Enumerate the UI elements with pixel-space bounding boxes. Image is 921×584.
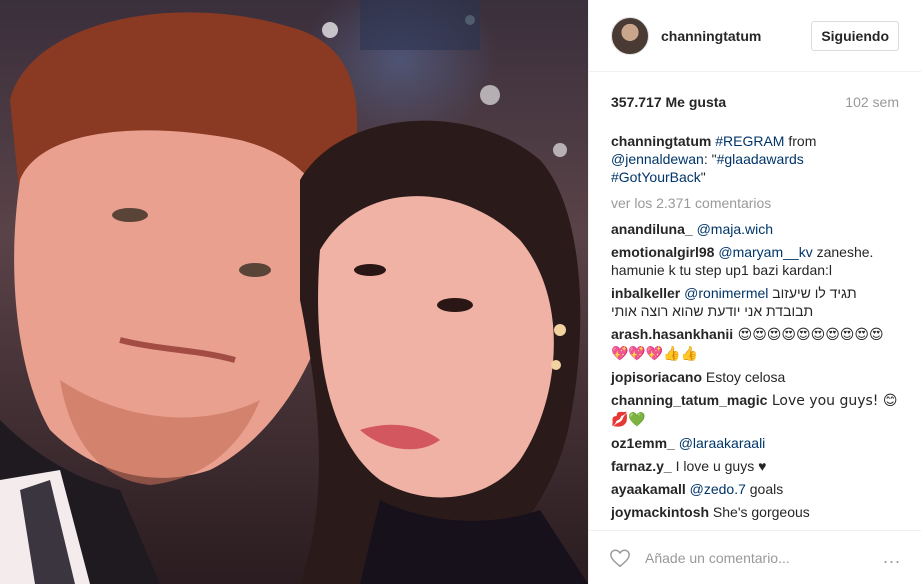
post-age[interactable]: 102 sem <box>845 94 899 110</box>
photo-illustration <box>0 0 588 584</box>
comment-text: Estoy celosa <box>702 369 786 385</box>
author-username[interactable]: channingtatum <box>661 28 811 44</box>
comment-text: goals <box>745 481 784 497</box>
comment-username[interactable]: joymackintosh <box>611 504 709 520</box>
caption-hashtag[interactable]: #glaadawards <box>717 151 804 167</box>
caption-text: from <box>784 133 817 149</box>
likes-count[interactable]: 357.717 Me gusta <box>611 94 726 110</box>
post-viewer: channingtatum Siguiendo 357.717 Me gusta… <box>0 0 921 584</box>
comment-item: ayaakamall @zedo.7 goals <box>611 480 899 498</box>
comment-username[interactable]: emotionalgirl98 <box>611 244 714 260</box>
comment-username[interactable]: jopisoriacano <box>611 369 702 385</box>
post-header: channingtatum Siguiendo <box>589 0 921 72</box>
comment-item: anandiluna_ @maja.wich <box>611 220 899 238</box>
caption-hashtag[interactable]: #GotYourBack <box>611 169 701 185</box>
avatar[interactable] <box>611 16 649 55</box>
ellipsis-icon[interactable]: ... <box>883 547 901 568</box>
post-stats: 357.717 Me gusta 102 sem <box>589 72 921 132</box>
heart-outline-icon[interactable] <box>609 547 631 569</box>
comment-item: channing_tatum_magic Love you guys! 😊💋💚 <box>611 391 899 429</box>
caption-mention[interactable]: @jennaldewan <box>611 151 704 167</box>
comment-item: inbalkeller @ronimermel תגיד לו שיעזוב ת… <box>611 284 899 320</box>
comment-mention[interactable]: @zedo.7 <box>690 481 746 497</box>
comment-text: I love u guys ♥ <box>671 458 767 474</box>
caption-text: " <box>700 169 706 185</box>
comment-bar: ... <box>589 530 921 584</box>
comment-mention[interactable]: @maja.wich <box>697 221 773 237</box>
caption-text: : " <box>703 151 717 167</box>
following-button[interactable]: Siguiendo <box>811 20 899 51</box>
post-sidebar: channingtatum Siguiendo 357.717 Me gusta… <box>588 0 921 584</box>
comment-text: She's gorgeous <box>709 504 810 520</box>
comment-item: emotionalgirl98 @maryam__kv zaneshe. ham… <box>611 243 899 279</box>
comment-username[interactable]: ayaakamall <box>611 481 686 497</box>
comment-username[interactable]: channing_tatum_magic <box>611 392 767 408</box>
comment-item: farnaz.y_ I love u guys ♥ <box>611 457 899 475</box>
comment-item: joymackintosh She's gorgeous <box>611 503 899 521</box>
caption-username[interactable]: channingtatum <box>611 133 711 149</box>
comment-item: arash.hasankhanii 😍😍😍😍😍😍😍😍😍😍💖💖💖👍👍 <box>611 325 899 363</box>
comment-username[interactable]: inbalkeller <box>611 285 680 301</box>
comment-username[interactable]: arash.hasankhanii <box>611 326 733 342</box>
comment-username[interactable]: oz1emm_ <box>611 435 675 451</box>
comment-username[interactable]: farnaz.y_ <box>611 458 672 474</box>
comment-item: jopisoriacano Estoy celosa <box>611 368 899 386</box>
view-all-comments-link[interactable]: ver los 2.371 comentarios <box>611 194 899 212</box>
add-comment-input[interactable] <box>645 549 883 566</box>
caption-hashtag[interactable]: #REGRAM <box>715 133 784 149</box>
comment-mention[interactable]: @ronimermel <box>684 285 768 301</box>
comment-username[interactable]: anandiluna_ <box>611 221 693 237</box>
comment-item: oz1emm_ @laraakaraali <box>611 434 899 452</box>
comments-list: channingtatum #REGRAM from @jennaldewan:… <box>589 132 921 530</box>
comment-mention[interactable]: @maryam__kv <box>718 244 812 260</box>
post-caption: channingtatum #REGRAM from @jennaldewan:… <box>611 132 899 186</box>
comment-mention[interactable]: @laraakaraali <box>679 435 766 451</box>
post-photo[interactable] <box>0 0 588 584</box>
